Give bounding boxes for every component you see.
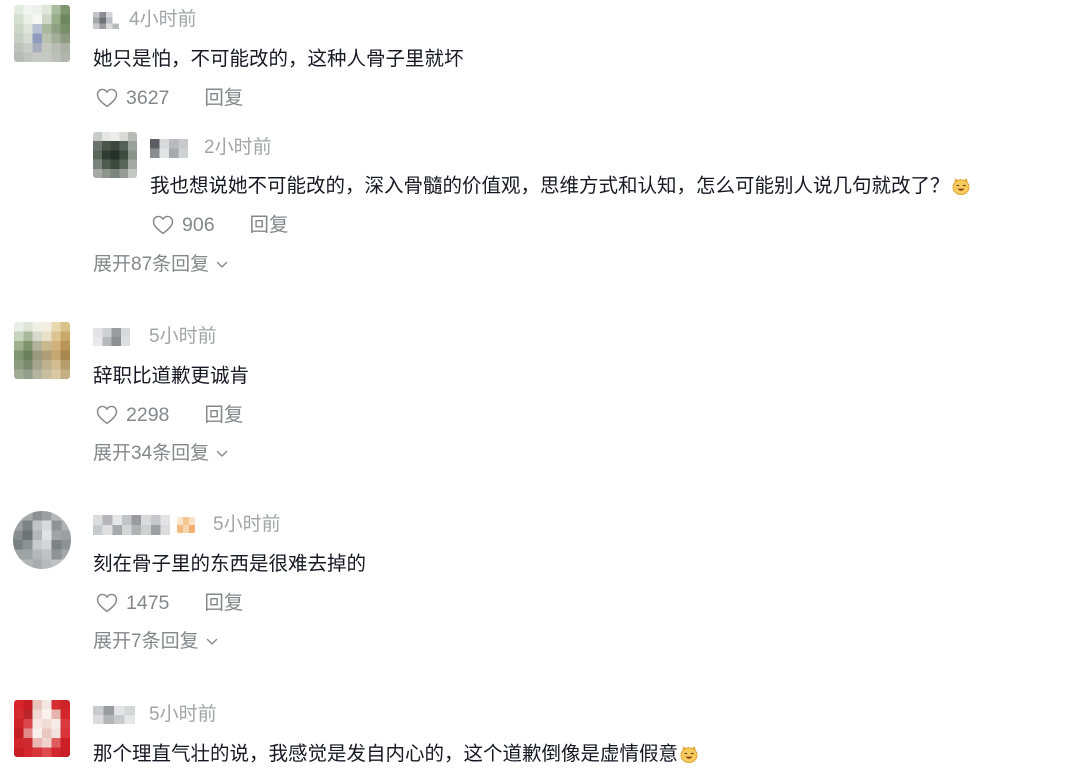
comment-time: 5小时前 <box>149 704 217 725</box>
commenter-avatar[interactable] <box>14 700 70 757</box>
comment-item: 4小时前 她只是怕，不可能改的，这种人骨子里就坏 3627 回复 2小时前 我也… <box>0 5 1080 280</box>
comment-text-content: 她只是怕，不可能改的，这种人骨子里就坏 <box>93 48 464 70</box>
comment-meta: 4小时前 <box>93 9 197 31</box>
expand-replies-button[interactable]: 展开7条回复 <box>93 631 218 653</box>
comment-time: 5小时前 <box>149 326 217 347</box>
like-button[interactable]: 906 <box>150 214 250 236</box>
username-obscured[interactable] <box>93 515 170 535</box>
comment-time: 4小时前 <box>129 9 197 30</box>
comment-text: 辞职比道歉更诚肯 <box>93 365 249 387</box>
like-button[interactable]: 2298 <box>93 404 204 426</box>
expand-replies-label: 展开7条回复 <box>93 631 199 652</box>
expand-replies-label: 展开87条回复 <box>93 254 210 275</box>
username-obscured[interactable] <box>150 138 188 158</box>
chevron-down-icon <box>206 638 218 646</box>
commenter-avatar[interactable] <box>13 511 71 569</box>
comment-list: 4小时前 她只是怕，不可能改的，这种人骨子里就坏 3627 回复 2小时前 我也… <box>0 0 1080 779</box>
heart-outline-icon[interactable] <box>96 405 118 425</box>
reply-item: 2小时前 我也想说她不可能改的，深入骨髓的价值观，思维方式和认知，怎么可能别人说… <box>0 132 1080 242</box>
comment-time: 5小时前 <box>213 514 281 535</box>
comment-actions: 3627 回复 <box>93 87 243 109</box>
reply-button[interactable]: 回复 <box>250 214 289 236</box>
comment-meta: 5小时前 <box>93 326 217 348</box>
heart-outline-icon[interactable] <box>152 215 174 235</box>
username-obscured[interactable] <box>93 11 119 29</box>
comment-item: 5小时前 那个理直气壮的说，我感觉是发自内心的，这个道歉倒像是虚情假意 <box>0 700 1080 770</box>
like-count: 3627 <box>126 87 170 109</box>
commenter-avatar[interactable] <box>14 5 70 62</box>
like-button[interactable]: 1475 <box>93 592 204 614</box>
comment-meta: 5小时前 <box>93 704 217 726</box>
user-badge-icon <box>177 517 195 533</box>
comment-text: 刻在骨子里的东西是很难去掉的 <box>93 553 366 575</box>
chevron-down-icon <box>216 261 228 269</box>
comment-text-content: 刻在骨子里的东西是很难去掉的 <box>93 553 367 575</box>
reply-button[interactable]: 回复 <box>204 592 243 614</box>
comment-text-content: 那个理直气壮的说，我感觉是发自内心的，这个道歉倒像是虚情假意 <box>93 743 679 765</box>
reply-text: 我也想说她不可能改的，深入骨髓的价值观，思维方式和认知，怎么可能别人说几句就改了… <box>150 175 971 197</box>
comment-text-content: 辞职比道歉更诚肯 <box>93 365 250 387</box>
comment-item: 5小时前 辞职比道歉更诚肯 2298 回复 展开34条回复 <box>0 322 1080 467</box>
username-obscured[interactable] <box>93 706 135 724</box>
cat-emoji-icon <box>679 744 699 764</box>
reply-button[interactable]: 回复 <box>204 87 243 109</box>
replier-avatar[interactable] <box>93 132 137 178</box>
chevron-down-icon <box>216 450 228 458</box>
reply-actions: 906 回复 <box>150 214 289 236</box>
comment-actions: 2298 回复 <box>93 404 243 426</box>
comment-actions: 1475 回复 <box>93 592 243 614</box>
comment-text: 她只是怕，不可能改的，这种人骨子里就坏 <box>93 48 464 70</box>
expand-replies-button[interactable]: 展开87条回复 <box>93 254 228 276</box>
like-count: 1475 <box>126 592 170 614</box>
reply-meta: 2小时前 <box>150 137 272 159</box>
like-button[interactable]: 3627 <box>93 87 204 109</box>
username-obscured[interactable] <box>93 328 130 346</box>
reply-time: 2小时前 <box>204 137 272 158</box>
expand-replies-label: 展开34条回复 <box>93 443 210 464</box>
cat-emoji-icon <box>951 176 971 196</box>
comment-item: 5小时前 刻在骨子里的东西是很难去掉的 1475 回复 展开7条回复 <box>0 510 1080 655</box>
comment-meta: 5小时前 <box>93 514 281 536</box>
expand-replies-button[interactable]: 展开34条回复 <box>93 443 228 465</box>
heart-outline-icon[interactable] <box>96 88 118 108</box>
reply-button[interactable]: 回复 <box>204 404 243 426</box>
like-count: 2298 <box>126 404 170 426</box>
reply-text-content: 我也想说她不可能改的，深入骨髓的价值观，思维方式和认知，怎么可能别人说几句就改了… <box>150 175 950 197</box>
heart-outline-icon[interactable] <box>96 593 118 613</box>
commenter-avatar[interactable] <box>14 322 70 379</box>
comment-text: 那个理直气壮的说，我感觉是发自内心的，这个道歉倒像是虚情假意 <box>93 743 699 765</box>
like-count: 906 <box>182 214 215 236</box>
